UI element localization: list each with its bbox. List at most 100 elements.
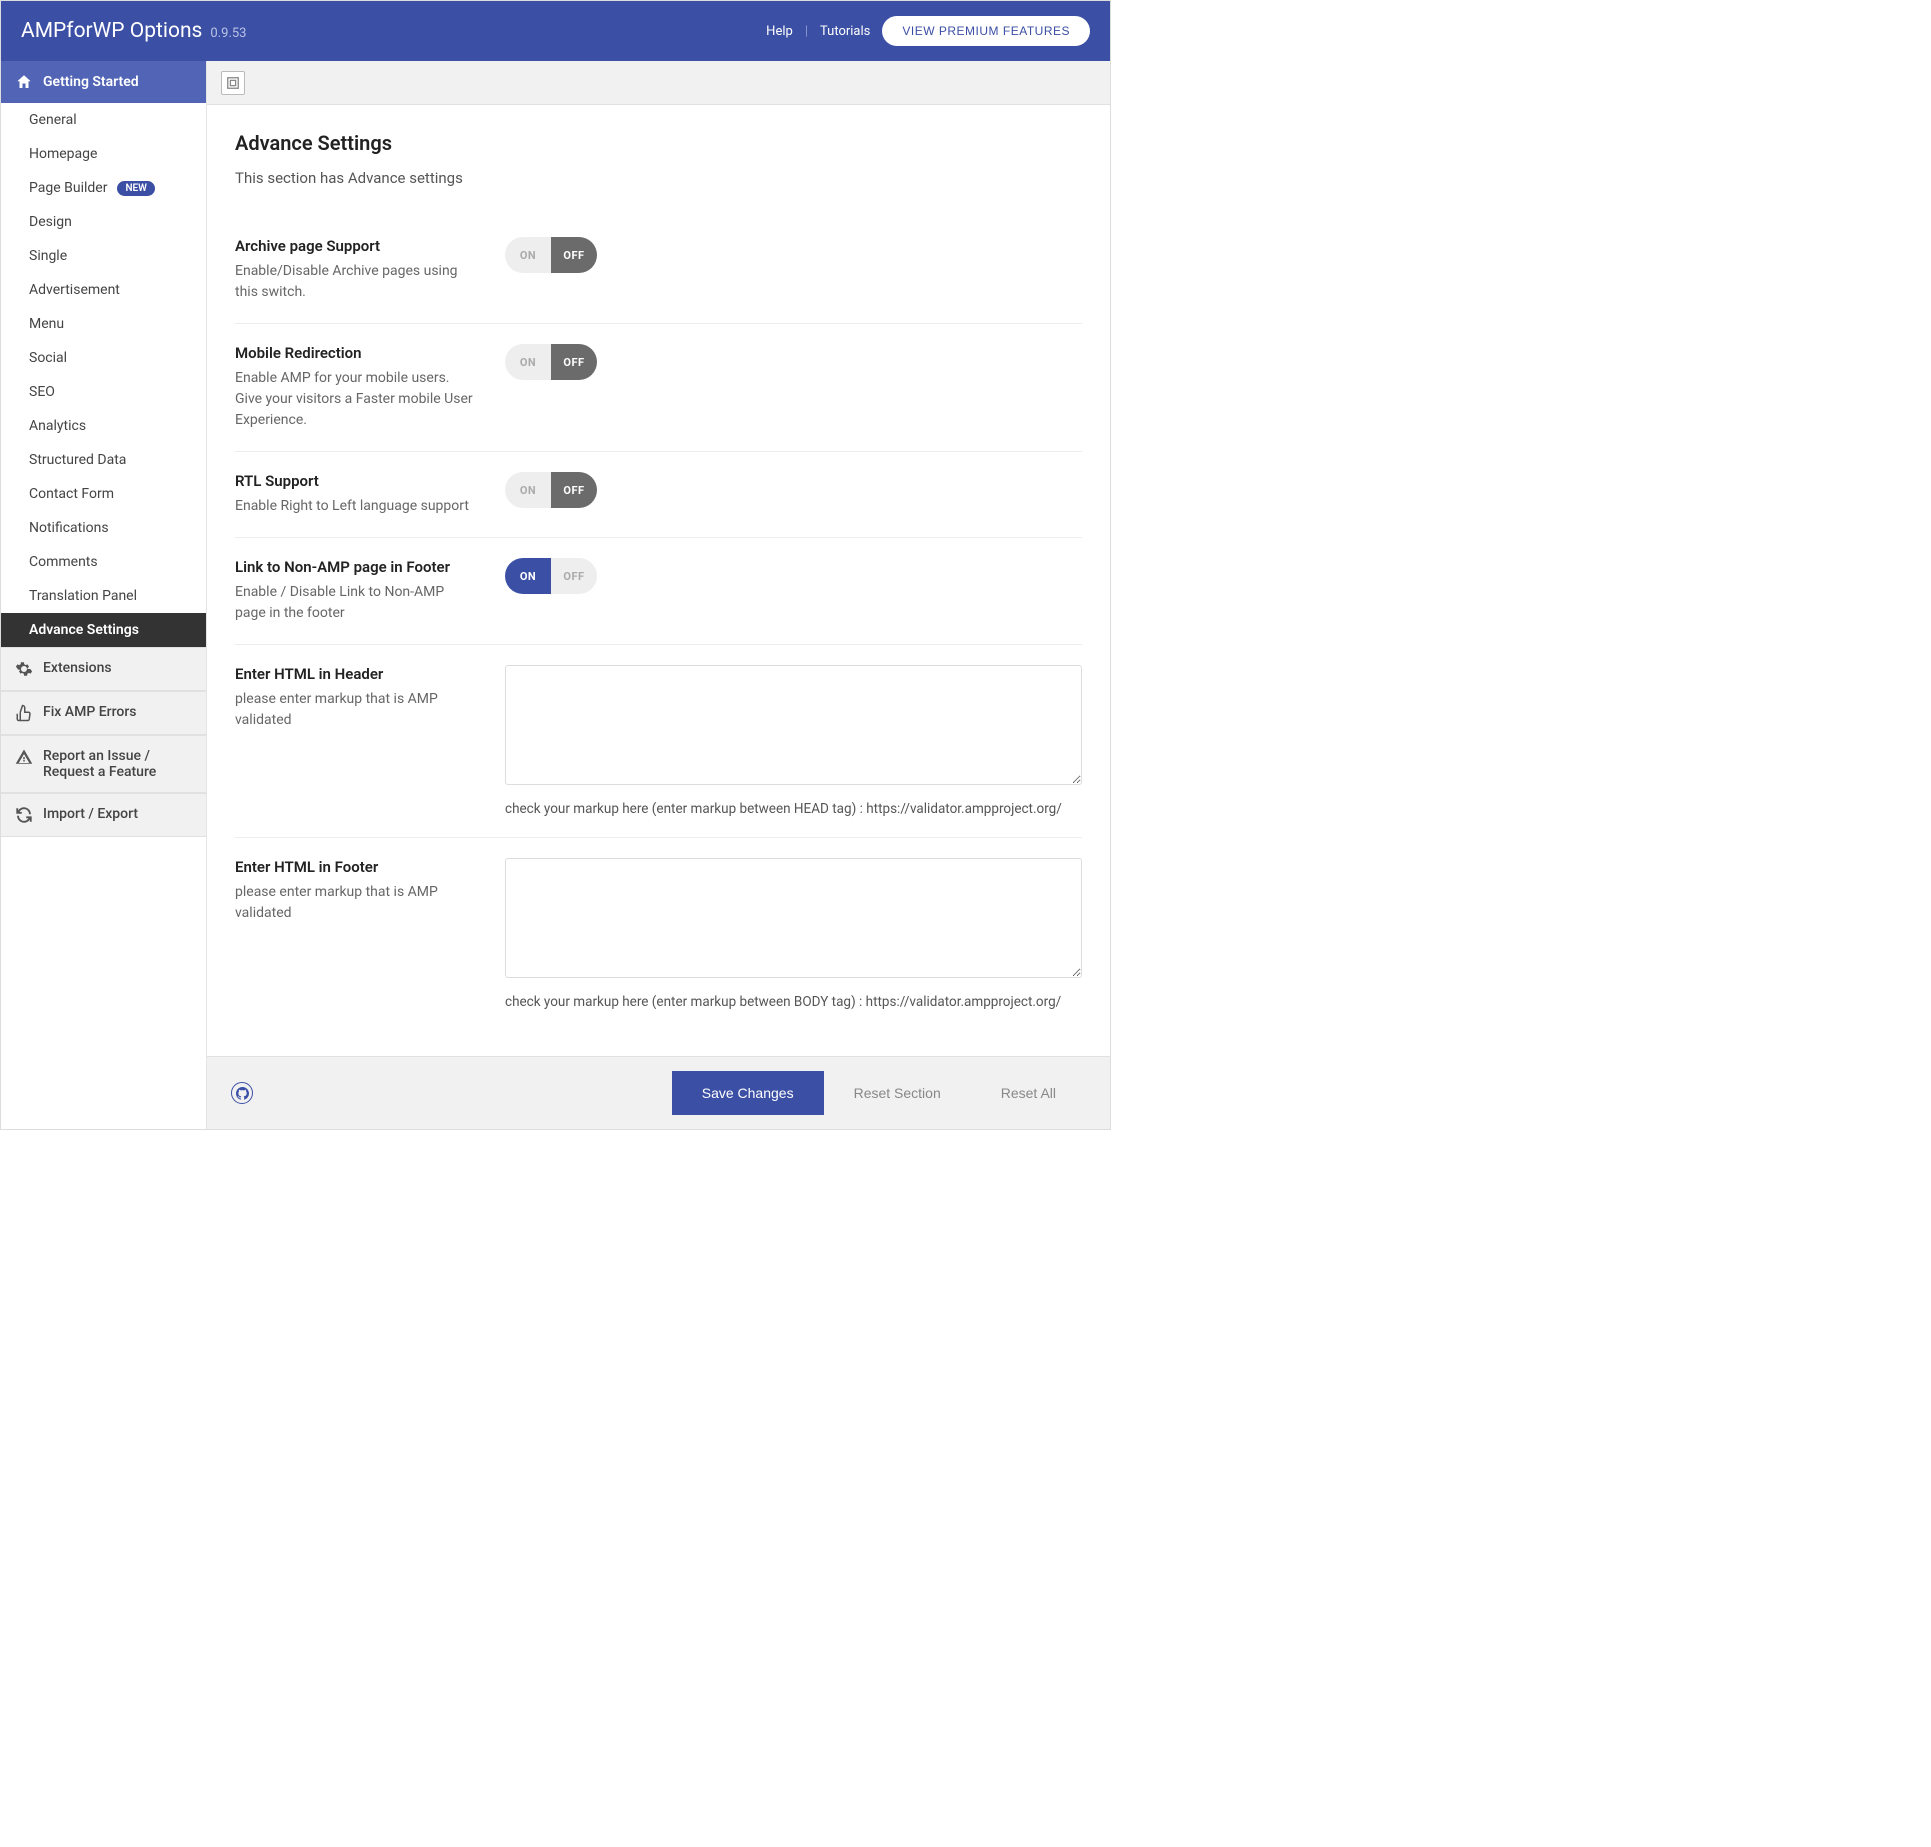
new-badge: NEW <box>117 181 155 196</box>
toggle-off-label: OFF <box>551 237 597 273</box>
sidebar-item-menu[interactable]: Menu <box>1 307 206 341</box>
toggle-on-label: ON <box>505 558 551 594</box>
field-help: please enter markup that is AMP validate… <box>235 882 475 924</box>
save-button[interactable]: Save Changes <box>672 1071 824 1115</box>
sidebar-item-label: Getting Started <box>43 74 139 90</box>
nonamp-toggle[interactable]: ON OFF <box>505 558 597 594</box>
sidebar-item-fix-errors[interactable]: Fix AMP Errors <box>1 691 206 735</box>
reset-section-button[interactable]: Reset Section <box>824 1071 971 1115</box>
sidebar-item-homepage[interactable]: Homepage <box>1 137 206 171</box>
page-title: Advance Settings <box>235 131 1082 155</box>
tutorials-link[interactable]: Tutorials <box>820 24 870 39</box>
footer-bar: Save Changes Reset Section Reset All <box>207 1056 1110 1129</box>
sidebar-item-notifications[interactable]: Notifications <box>1 511 206 545</box>
field-label: Link to Non-AMP page in Footer <box>235 558 475 576</box>
sidebar-item-general[interactable]: General <box>1 103 206 137</box>
page-description: This section has Advance settings <box>235 169 1082 187</box>
content-area: Advance Settings This section has Advanc… <box>207 105 1110 1056</box>
sidebar-item-label: Extensions <box>43 660 112 676</box>
sidebar-item-label: Page Builder <box>29 180 107 196</box>
app-title: AMPforWP Options <box>21 19 202 43</box>
toolbar <box>207 61 1110 105</box>
toggle-off-label: OFF <box>551 558 597 594</box>
sidebar-item-label: Report an Issue / Request a Feature <box>43 748 192 780</box>
sidebar: Getting Started General Homepage Page Bu… <box>1 61 207 1129</box>
sidebar-item-label: Translation Panel <box>29 588 137 604</box>
sidebar-item-design[interactable]: Design <box>1 205 206 239</box>
field-hint: check your markup here (enter markup bet… <box>505 801 1082 817</box>
gear-icon <box>15 660 33 678</box>
toggle-off-label: OFF <box>551 344 597 380</box>
sidebar-item-social[interactable]: Social <box>1 341 206 375</box>
sidebar-item-structured-data[interactable]: Structured Data <box>1 443 206 477</box>
field-label: Enter HTML in Footer <box>235 858 475 876</box>
toggle-off-label: OFF <box>551 472 597 508</box>
sidebar-item-page-builder[interactable]: Page Builder NEW <box>1 171 206 205</box>
sidebar-item-label: Single <box>29 248 67 264</box>
sidebar-item-seo[interactable]: SEO <box>1 375 206 409</box>
sidebar-item-label: Import / Export <box>43 806 138 822</box>
field-mobile-redirection: Mobile Redirection Enable AMP for your m… <box>235 324 1082 452</box>
field-help: Enable AMP for your mobile users. Give y… <box>235 368 475 431</box>
sidebar-item-advertisement[interactable]: Advertisement <box>1 273 206 307</box>
field-help: Enable / Disable Link to Non-AMP page in… <box>235 582 475 624</box>
app-version: 0.9.53 <box>210 26 246 41</box>
field-html-header: Enter HTML in Header please enter markup… <box>235 645 1082 838</box>
toggle-on-label: ON <box>505 472 551 508</box>
expand-toggle-button[interactable] <box>221 71 245 95</box>
sidebar-item-label: Advance Settings <box>29 622 139 638</box>
field-label: Mobile Redirection <box>235 344 475 362</box>
sidebar-item-label: Comments <box>29 554 98 570</box>
field-label: Archive page Support <box>235 237 475 255</box>
field-nonamp-link: Link to Non-AMP page in Footer Enable / … <box>235 538 1082 645</box>
sidebar-item-label: Analytics <box>29 418 86 434</box>
rtl-toggle[interactable]: ON OFF <box>505 472 597 508</box>
sidebar-item-advance-settings[interactable]: Advance Settings <box>1 613 206 647</box>
reset-all-button[interactable]: Reset All <box>971 1071 1086 1115</box>
field-label: Enter HTML in Header <box>235 665 475 683</box>
github-icon[interactable] <box>231 1082 253 1104</box>
toggle-on-label: ON <box>505 237 551 273</box>
html-header-textarea[interactable] <box>505 665 1082 785</box>
header-bar: AMPforWP Options 0.9.53 Help | Tutorials… <box>1 1 1110 61</box>
sidebar-item-label: Structured Data <box>29 452 126 468</box>
sidebar-item-label: Homepage <box>29 146 97 162</box>
toggle-on-label: ON <box>505 344 551 380</box>
sidebar-item-comments[interactable]: Comments <box>1 545 206 579</box>
sidebar-item-label: Social <box>29 350 67 366</box>
field-help: Enable Right to Left language support <box>235 496 475 517</box>
sidebar-item-import-export[interactable]: Import / Export <box>1 793 206 837</box>
view-premium-button[interactable]: VIEW PREMIUM FEATURES <box>882 16 1090 46</box>
field-html-footer: Enter HTML in Footer please enter markup… <box>235 838 1082 1030</box>
separator: | <box>805 24 808 39</box>
thumbs-up-icon <box>15 704 33 722</box>
sidebar-item-label: General <box>29 112 77 128</box>
sidebar-item-label: Fix AMP Errors <box>43 704 136 720</box>
warning-icon <box>15 748 33 766</box>
field-label: RTL Support <box>235 472 475 490</box>
field-hint: check your markup here (enter markup bet… <box>505 994 1082 1010</box>
sidebar-item-report-issue[interactable]: Report an Issue / Request a Feature <box>1 735 206 793</box>
field-help: Enable/Disable Archive pages using this … <box>235 261 475 303</box>
home-icon <box>15 73 33 91</box>
sidebar-item-label: Design <box>29 214 72 230</box>
sidebar-item-translation-panel[interactable]: Translation Panel <box>1 579 206 613</box>
html-footer-textarea[interactable] <box>505 858 1082 978</box>
sidebar-item-label: Advertisement <box>29 282 120 298</box>
sidebar-item-extensions[interactable]: Extensions <box>1 647 206 691</box>
expand-icon <box>224 74 242 92</box>
help-link[interactable]: Help <box>766 24 793 39</box>
sidebar-item-label: Menu <box>29 316 64 332</box>
sidebar-item-analytics[interactable]: Analytics <box>1 409 206 443</box>
mobile-toggle[interactable]: ON OFF <box>505 344 597 380</box>
refresh-icon <box>15 806 33 824</box>
sidebar-item-label: Contact Form <box>29 486 114 502</box>
field-help: please enter markup that is AMP validate… <box>235 689 475 731</box>
field-archive-support: Archive page Support Enable/Disable Arch… <box>235 217 1082 324</box>
sidebar-item-label: Notifications <box>29 520 109 536</box>
archive-toggle[interactable]: ON OFF <box>505 237 597 273</box>
sidebar-item-getting-started[interactable]: Getting Started <box>1 61 206 103</box>
sidebar-item-contact-form[interactable]: Contact Form <box>1 477 206 511</box>
sidebar-item-label: SEO <box>29 384 55 400</box>
sidebar-item-single[interactable]: Single <box>1 239 206 273</box>
